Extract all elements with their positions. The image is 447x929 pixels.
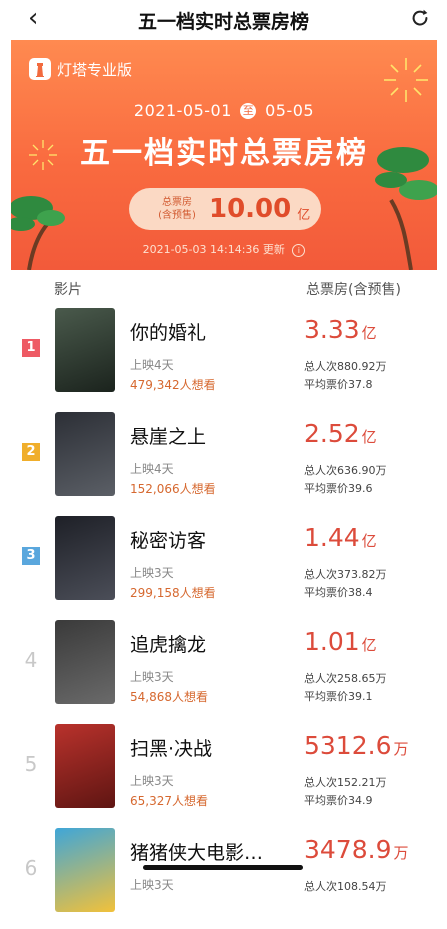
movie-row[interactable]: 5 扫黑·决战上映3天 65,327人想看 5312.6 万总人次152.21万 平均票价… [0,721,447,825]
date-range: 2021-05-01 至 05-05 [11,101,437,120]
date-end: 05-05 [265,101,315,120]
brand-name: 灯塔专业版 [57,60,133,79]
want-to-see: 54,868人想看 [130,690,208,704]
update-timestamp: 2021-05-03 14:14:36 [142,243,260,256]
page-title: 五一档实时总票房榜 [137,11,309,33]
movie-title: 猪猪侠大电影… [130,842,264,864]
movie-gross: 2.52 亿 [304,419,377,448]
movie-row[interactable]: 3 秘密访客上映3天 299,158人想看 1.44 亿总人次373.82万 平均票价38… [0,513,447,617]
movie-poster[interactable] [55,516,115,600]
box-office-banner: 灯塔专业版 2021-05-01 至 05-05 五一档实时总票房榜 总票房 (… [11,40,437,270]
release-days: 上映3天 [130,774,174,788]
movie-poster[interactable] [55,828,115,912]
want-to-see: 65,327人想看 [130,794,208,808]
total-admissions: 总人次880.92万 [304,360,387,373]
total-box-office: 总票房 (含预售) 10.00 亿 [129,188,321,230]
movie-row[interactable]: 2 悬崖之上上映4天 152,066人想看 2.52 亿总人次636.90万 平均票价39… [0,409,447,513]
movie-poster[interactable] [55,620,115,704]
movie-row[interactable]: 1 你的婚礼上映4天 479,342人想看 3.33 亿总人次880.92万 平均票价37… [0,305,447,409]
movie-poster[interactable] [55,308,115,392]
movie-gross: 1.01 亿 [304,627,377,656]
release-days: 上映3天 [130,670,174,684]
gross-value: 3.33 [304,315,360,344]
list-header: 影片 总票房(含预售) [0,272,447,302]
total-admissions: 总人次108.54万 [304,880,387,893]
average-ticket-price: 平均票价38.4 [304,586,373,599]
tree-icon [11,196,65,270]
sparkle-icon [384,58,428,102]
release-days: 上映4天 [130,358,174,372]
movie-title: 你的婚礼 [130,322,207,344]
total-value: 10.00 [209,194,292,224]
release-days: 上映4天 [130,462,174,476]
lighthouse-icon [29,58,51,80]
brand-logo: 灯塔专业版 [29,58,132,80]
rank-badge: 6 [24,856,38,880]
want-to-see: 479,342人想看 [130,378,216,392]
gross-value: 5312.6 [304,731,392,760]
gross-value: 3478.9 [304,835,392,864]
movie-title: 追虎擒龙 [130,634,207,656]
average-ticket-price: 平均票价39.1 [304,690,373,703]
movie-title: 扫黑·决战 [130,738,213,760]
home-indicator [143,865,303,870]
rank-badge: 2 [22,443,40,461]
average-ticket-price: 平均票价37.8 [304,378,373,391]
rank-badge: 3 [22,547,40,565]
movie-gross: 3478.9 万 [304,835,409,864]
gross-unit: 万 [393,740,409,758]
movie-title: 悬崖之上 [130,426,207,448]
rank-badge: 1 [22,339,40,357]
gross-value: 2.52 [304,419,360,448]
movie-gross: 3.33 亿 [304,315,377,344]
date-start: 2021-05-01 [133,101,232,120]
total-admissions: 总人次152.21万 [304,776,387,789]
gross-value: 1.44 [304,523,360,552]
want-to-see: 299,158人想看 [130,586,216,600]
want-to-see: 152,066人想看 [130,482,216,496]
update-label: 更新 [262,243,285,256]
gross-unit: 万 [393,844,409,862]
rank-badge: 5 [24,752,38,776]
movie-poster[interactable] [55,724,115,808]
date-separator: 至 [240,103,257,119]
column-gross[interactable]: 总票房(含预售) [306,279,401,299]
average-ticket-price: 平均票价34.9 [304,794,373,807]
release-days: 上映3天 [130,566,174,580]
gross-unit: 亿 [361,428,377,446]
movie-row[interactable]: 4 追虎擒龙上映3天 54,868人想看 1.01 亿总人次258.65万 平均票价39.… [0,617,447,721]
column-movie: 影片 [54,282,82,298]
movie-poster[interactable] [55,412,115,496]
total-admissions: 总人次373.82万 [304,568,387,581]
total-admissions: 总人次258.65万 [304,672,387,685]
info-icon[interactable]: i [292,244,306,257]
gross-unit: 亿 [361,636,377,654]
rank-badge: 4 [24,648,38,672]
movie-gross: 1.44 亿 [304,523,377,552]
average-ticket-price: 平均票价39.6 [304,482,373,495]
total-label-line2: (含预售) [158,210,196,221]
movie-row[interactable]: 6 猪猪侠大电影… 上映3天 3478.9 万总人次108.54万 [0,825,447,929]
gross-value: 1.01 [304,627,360,656]
total-label: 总票房 (含预售) [155,196,199,222]
refresh-icon[interactable] [409,7,431,29]
gross-unit: 亿 [361,532,377,550]
total-label-line1: 总票房 [162,197,192,208]
gross-unit: 亿 [361,324,377,342]
total-admissions: 总人次636.90万 [304,464,387,477]
movie-title: 秘密访客 [130,530,207,552]
update-time: 2021-05-03 14:14:36 更新 i [11,241,437,257]
banner-title: 五一档实时总票房榜 [80,136,368,171]
total-unit: 亿 [297,207,311,223]
movie-gross: 5312.6 万 [304,731,409,760]
nav-bar: ‹ 五一档实时总票房榜 [0,0,447,38]
